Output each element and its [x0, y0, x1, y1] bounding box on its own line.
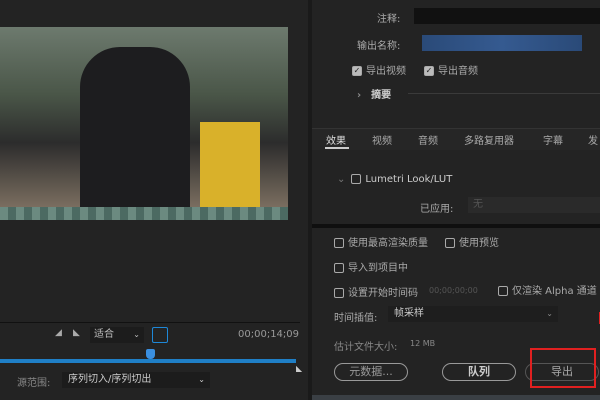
aspect-icon[interactable] [152, 327, 168, 343]
video-figure [80, 47, 190, 220]
import-project-checkbox[interactable]: 导入到项目中 [334, 259, 408, 274]
export-settings-panel: 注释: 输出名称: ✓ 导出视频 ✓ 导出音频 › 摘要 效果 视频 音频 多路复用器… [312, 0, 600, 400]
metadata-button[interactable]: 元数据... [334, 363, 408, 381]
video-figure [200, 122, 260, 220]
tab-effects[interactable]: 效果 [326, 132, 346, 147]
set-timecode-label: 设置开始时间码 [348, 288, 418, 299]
applied-select[interactable]: 无 [468, 197, 600, 213]
output-name-link[interactable] [422, 35, 582, 51]
applied-label: 已应用: [420, 204, 454, 215]
filesize-label: 估计文件大小: [334, 342, 398, 353]
source-range-label: 源范围: [17, 378, 51, 389]
tab-multiplexer[interactable]: 多路复用器 [464, 132, 514, 147]
tab-audio[interactable]: 音频 [418, 132, 438, 147]
mark-out-icon[interactable]: ◣ [73, 328, 80, 338]
import-project-label: 导入到项目中 [348, 263, 408, 274]
export-audio-label: 导出音频 [438, 66, 478, 77]
max-quality-label: 使用最高渲染质量 [348, 238, 428, 249]
max-quality-checkbox[interactable]: 使用最高渲染质量 [334, 234, 428, 249]
alpha-only-label: 仅渲染 Alpha 通道 [512, 286, 597, 297]
set-timecode-checkbox[interactable]: 设置开始时间码 [334, 284, 418, 299]
timecode: 00;00;14;09 [238, 329, 300, 340]
interpolation-value: 帧采样 [394, 308, 424, 319]
source-range-select[interactable]: 序列切入/序列切出 ⌄ [62, 372, 210, 388]
comment-label: 注释: [377, 14, 401, 25]
lumetri-label: Lumetri Look/LUT [365, 174, 453, 185]
lumetri-checkbox[interactable]: ⌄ Lumetri Look/LUT [337, 174, 452, 185]
export-video-label: 导出视频 [366, 66, 406, 77]
interpolation-label: 时间插值: [334, 313, 378, 324]
playhead-handle[interactable] [146, 349, 155, 359]
chevron-right-icon: › [357, 90, 362, 101]
comment-input[interactable] [414, 8, 600, 24]
tab-captions[interactable]: 字幕 [543, 132, 563, 147]
mark-in-icon[interactable]: ◢ [55, 328, 62, 338]
start-timecode: 00;00;00;00 [429, 286, 478, 295]
output-name-label: 输出名称: [357, 41, 401, 52]
zoom-select[interactable]: 适合 ⌄ [90, 327, 144, 343]
chevron-down-icon: ⌄ [337, 174, 346, 185]
use-preview-label: 使用预览 [459, 238, 499, 249]
interpolation-select[interactable]: 帧采样 ⌄ [388, 306, 558, 322]
summary-label: 摘要 [371, 90, 392, 101]
queue-button[interactable]: 队列 [442, 363, 516, 381]
use-preview-checkbox[interactable]: 使用预览 [445, 234, 499, 249]
highlight-box [530, 348, 596, 388]
timeline-scrubber[interactable] [0, 359, 296, 363]
export-video-checkbox[interactable]: ✓ 导出视频 [352, 62, 406, 77]
alpha-only-checkbox[interactable]: 仅渲染 Alpha 通道 [498, 282, 597, 297]
video-mosaic [0, 207, 288, 220]
video-preview [0, 27, 288, 220]
export-audio-checkbox[interactable]: ✓ 导出音频 [424, 62, 478, 77]
tab-publish[interactable]: 发 [588, 132, 598, 147]
tab-video[interactable]: 视频 [372, 132, 392, 147]
source-range-value: 序列切入/序列切出 [68, 374, 152, 385]
out-point-icon[interactable]: ◣ [296, 364, 302, 373]
applied-value: 无 [473, 199, 483, 210]
summary-toggle[interactable]: › 摘要 [357, 86, 391, 101]
filesize-value: 12 MB [410, 339, 436, 348]
preview-panel: ◢ ◣ 适合 ⌄ 00;00;14;09 ◣ 源范围: 序列切入/序列切出 ⌄ [0, 0, 308, 400]
zoom-value: 适合 [94, 329, 114, 340]
